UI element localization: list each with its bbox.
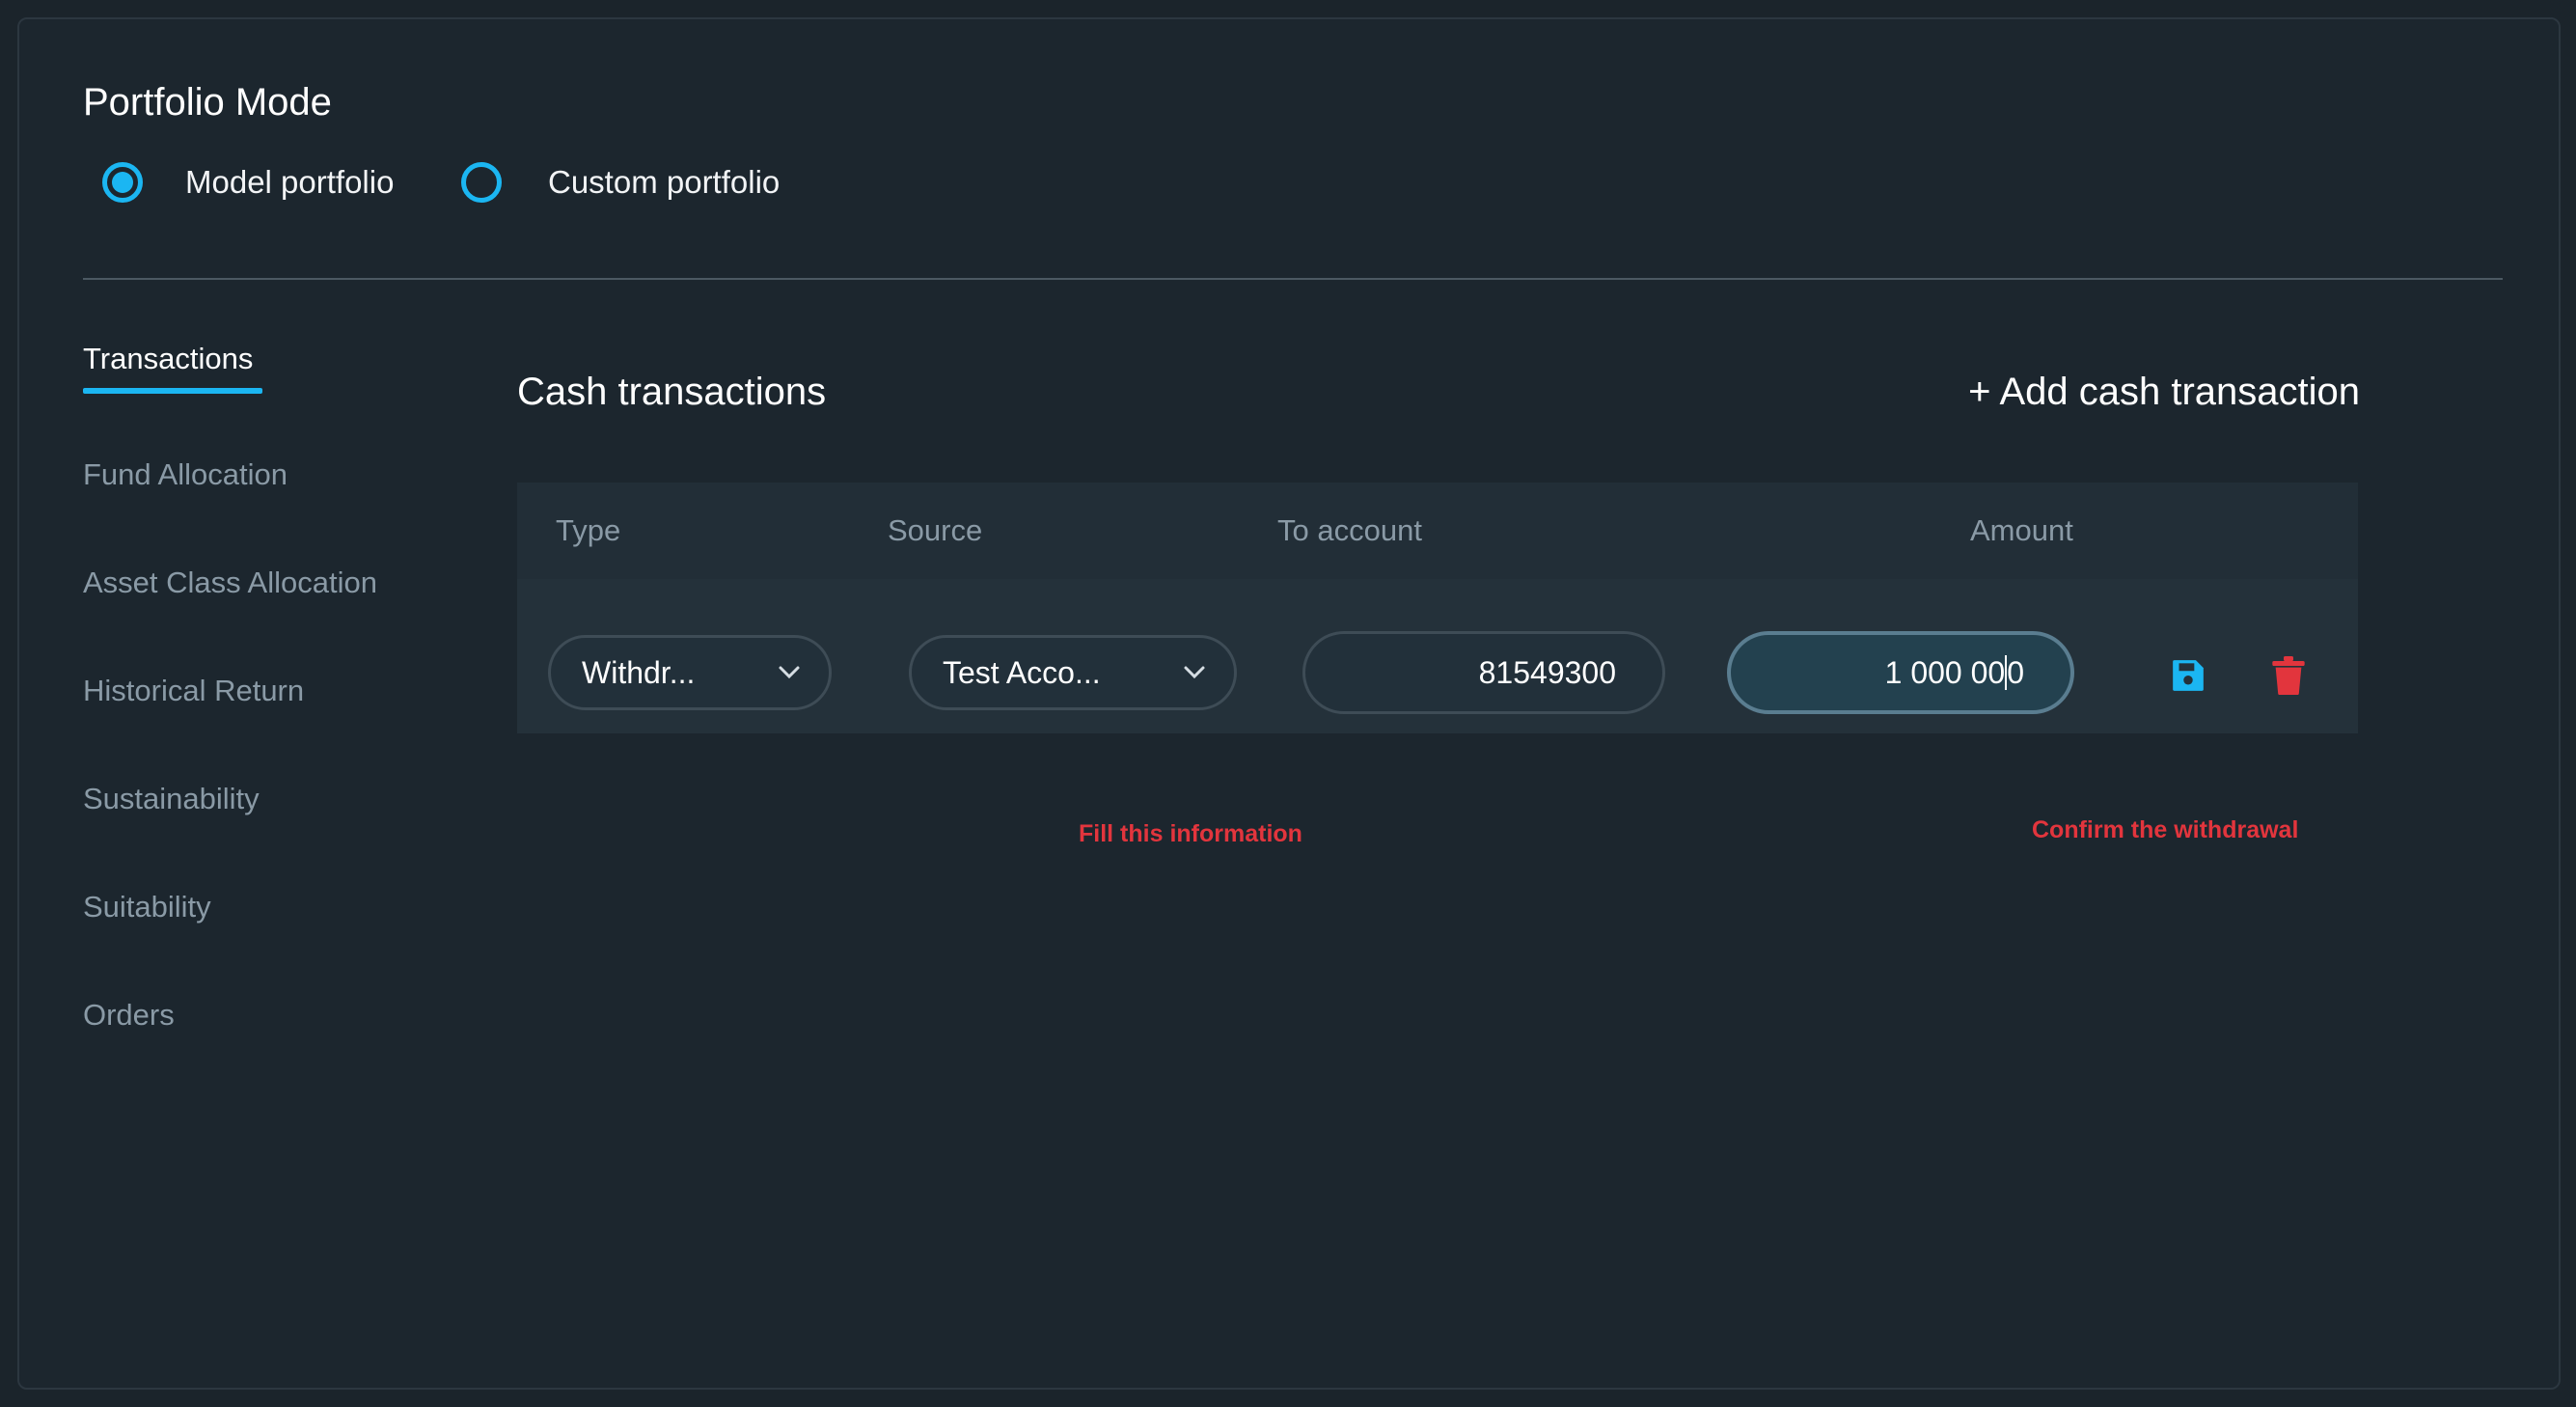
model-portfolio-label: Model portfolio xyxy=(185,164,395,200)
trash-icon[interactable] xyxy=(2269,656,2308,695)
nav-active-indicator xyxy=(83,388,262,394)
nav-item-suitability[interactable]: Suitability xyxy=(83,890,211,924)
source-select-value: Test Acco... xyxy=(943,654,1101,690)
portfolio-mode-title: Portfolio Mode xyxy=(83,81,332,124)
type-select-value: Withdr... xyxy=(582,654,696,690)
amount-value-end: 0 xyxy=(2007,654,2024,690)
section-divider xyxy=(83,278,2503,280)
nav-item-historical-return[interactable]: Historical Return xyxy=(83,674,304,708)
save-icon[interactable] xyxy=(2169,656,2207,695)
type-select[interactable]: Withdr... xyxy=(548,635,832,710)
chevron-down-icon xyxy=(777,660,802,685)
table-header: Type Source To account Amount xyxy=(517,483,2358,579)
nav-item-fund-allocation[interactable]: Fund Allocation xyxy=(83,457,288,492)
portfolio-panel: Portfolio Mode Model portfolio Custom po… xyxy=(17,17,2561,1390)
cash-transactions-title: Cash transactions xyxy=(517,371,827,413)
nav-item-transactions[interactable]: Transactions xyxy=(83,342,253,376)
amount-input[interactable]: 1 000 00 0 xyxy=(1727,631,2074,714)
confirm-withdrawal-annotation: Confirm the withdrawal xyxy=(2032,816,2299,843)
nav-item-orders[interactable]: Orders xyxy=(83,998,175,1033)
custom-portfolio-radio[interactable]: Custom portfolio xyxy=(461,162,780,203)
column-header-type: Type xyxy=(556,513,621,547)
amount-value: 1 000 00 xyxy=(1884,654,2006,690)
model-portfolio-radio[interactable]: Model portfolio xyxy=(102,162,394,203)
custom-portfolio-label: Custom portfolio xyxy=(548,164,781,200)
column-header-source: Source xyxy=(888,513,983,547)
chevron-down-icon xyxy=(1182,660,1207,685)
radio-unselected-icon[interactable] xyxy=(461,162,502,203)
add-cash-transaction-button[interactable]: + Add cash transaction xyxy=(1968,371,2360,414)
radio-selected-icon[interactable] xyxy=(102,162,143,203)
to-account-input[interactable]: 81549300 xyxy=(1302,631,1665,714)
column-header-amount: Amount xyxy=(1970,513,2073,547)
table-row: Withdr... Test Acco... 81549300 1 000 00… xyxy=(517,579,2358,733)
nav-item-sustainability[interactable]: Sustainability xyxy=(83,782,260,816)
fill-info-annotation: Fill this information xyxy=(1079,820,1302,847)
source-select[interactable]: Test Acco... xyxy=(909,635,1237,710)
nav-item-asset-class-allocation[interactable]: Asset Class Allocation xyxy=(83,566,377,600)
column-header-to-account: To account xyxy=(1277,513,1422,547)
